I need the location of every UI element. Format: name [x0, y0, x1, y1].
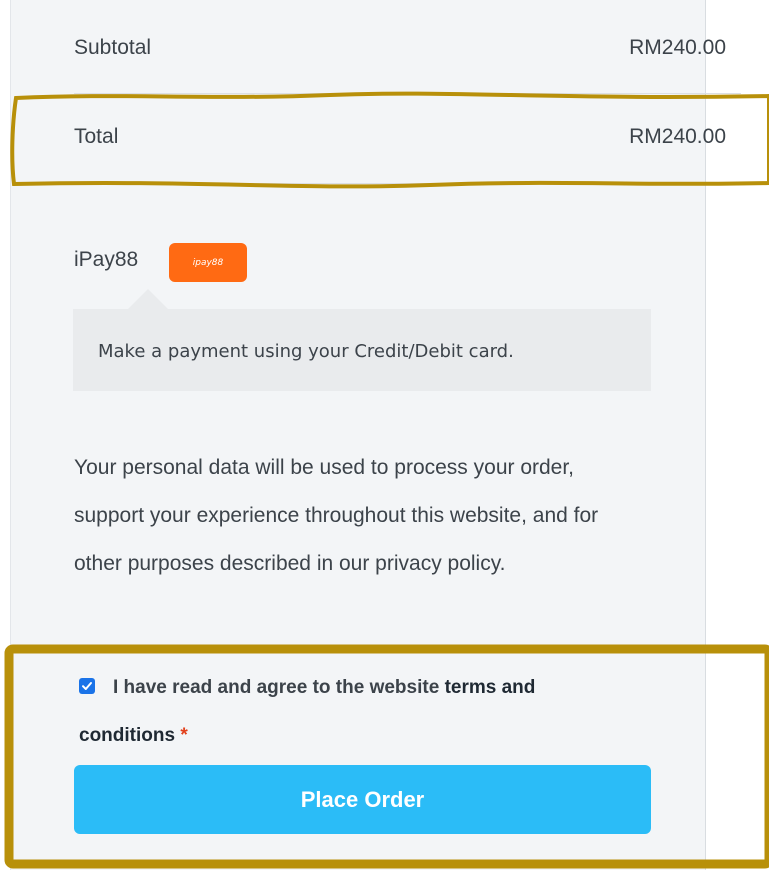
summary-divider	[74, 183, 741, 184]
terms-prefix: I have read and agree to the website	[113, 677, 440, 698]
terms-checkbox[interactable]	[79, 678, 95, 694]
payment-box-pointer	[128, 289, 168, 309]
terms-link[interactable]: terms and	[445, 677, 536, 698]
subtotal-value: RM240.00	[629, 36, 726, 59]
ipay88-logo: ipay88	[169, 243, 247, 282]
terms-label: I have read and agree to the website ter…	[113, 674, 535, 702]
place-order-button[interactable]: Place Order	[74, 765, 651, 834]
total-label: Total	[74, 125, 119, 148]
summary-divider	[74, 93, 741, 94]
subtotal-label: Subtotal	[74, 36, 152, 59]
payment-description: Make a payment using your Credit/Debit c…	[98, 341, 514, 362]
checkmark-icon	[82, 682, 92, 690]
checkout-page: Subtotal RM240.00 Total RM240.00 iPay88 …	[0, 0, 769, 870]
privacy-notice: Your personal data will be used to proce…	[74, 456, 599, 575]
payment-method-label[interactable]: iPay88	[74, 248, 138, 272]
terms-label-continued: conditions *	[79, 722, 188, 750]
total-value: RM240.00	[629, 125, 726, 148]
required-indicator: *	[180, 725, 188, 746]
conditions-link[interactable]: conditions	[79, 725, 175, 746]
